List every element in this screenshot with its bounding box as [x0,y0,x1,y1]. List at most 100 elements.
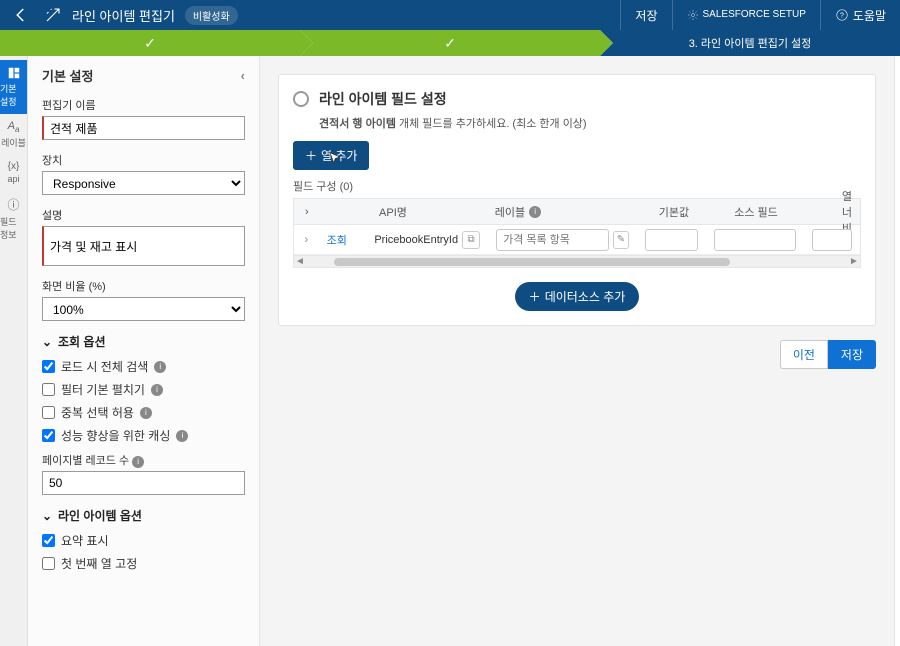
rail-item-basic[interactable]: 기본 설정 [0,60,27,114]
plus-icon: ＋ [529,288,541,305]
topbar-setup-button[interactable]: SALESFORCE SETUP [672,0,820,30]
row-expand-toggle[interactable]: › [294,234,319,246]
scroll-thumb[interactable] [334,258,730,266]
row-source-input[interactable] [714,229,796,251]
rail-label: api [7,174,19,184]
grid-scrollbar[interactable]: ◄ ► [294,255,860,267]
info-icon[interactable]: i [529,206,541,218]
chk-label: 첫 번째 열 고정 [61,555,137,572]
rail-label: 필드 정보 [0,215,27,241]
check-icon: ✓ [144,35,156,52]
scroll-left-icon[interactable]: ◄ [294,256,306,267]
progress-step-3[interactable]: 3. 라인 아이템 편집기 설정 [600,30,900,56]
chk-freeze-first[interactable] [42,557,55,570]
gear-icon [687,9,699,21]
edit-label-icon[interactable]: ✎ [613,231,628,249]
top-bar: 라인 아이템 편집기 비활성화 저장 SALESFORCE SETUP ? 도움… [0,0,900,30]
progress-step-2[interactable]: ✓ [300,30,600,56]
rail-label: 레이블 [1,136,26,149]
chk-summary[interactable] [42,534,55,547]
chevron-right-icon: › [304,234,308,246]
query-section-label: 조회 옵션 [58,333,106,350]
card-title: 라인 아이템 필드 설정 [319,89,447,109]
line-section-label: 라인 아이템 옵션 [58,507,142,524]
device-label: 장치 [42,152,245,168]
chevron-down-icon: ⌄ [42,335,52,349]
chk-label: 요약 표시 [61,532,109,549]
card-subtitle: 견적서 행 아이템 개체 필드를 추가하세요. (최소 한개 이상) [319,115,861,131]
desc-input[interactable] [42,226,245,266]
col-source: 소스 필드 [726,204,834,220]
info-icon[interactable]: i [151,384,163,396]
info-icon[interactable]: i [154,361,166,373]
topbar-help-button[interactable]: ? 도움말 [820,0,900,30]
chk-multi-select[interactable] [42,406,55,419]
copy-api-icon[interactable]: ⧉ [462,231,480,249]
check-icon: ✓ [444,35,456,52]
grid-header: › API명 레이블 i 기본값 소스 필드 열 너비 [294,199,860,225]
chk-label: 성능 향상을 위한 캐싱 [61,427,170,444]
row-lookup-link[interactable]: 조회 [327,232,347,248]
row-api-name: PricebookEntryId [374,234,458,246]
info-icon[interactable]: i [176,430,188,442]
col-default: 기본값 [651,204,727,220]
line-section-toggle[interactable]: ⌄ 라인 아이템 옵션 [42,507,245,524]
chk-label: 필터 기본 펼치기 [61,381,145,398]
field-config-card: 라인 아이템 필드 설정 견적서 행 아이템 개체 필드를 추가하세요. (최소… [278,74,876,326]
help-icon: ? [835,8,849,22]
chevron-right-icon: › [305,206,309,218]
grid-count-label: 필드 구성 (0) [293,178,861,194]
label-icon: Aa [8,120,20,134]
records-label: 페이지별 레코드 수 i [42,452,245,468]
info-icon[interactable]: i [140,407,152,419]
rail-item-api[interactable]: {x} api [0,155,27,190]
code-icon: {x} [8,161,20,172]
col-label: 레이블 i [487,204,651,220]
sidebar-title: 기본 설정 [42,66,93,85]
device-select[interactable]: Responsive [42,171,245,195]
row-width-input[interactable] [812,229,852,251]
editor-name-input[interactable] [42,116,245,140]
chk-label: 중복 선택 허용 [61,404,134,421]
arrow-left-icon [12,6,30,24]
setup-label: SALESFORCE SETUP [703,10,806,20]
help-label: 도움말 [853,7,886,24]
chk-full-search[interactable] [42,360,55,373]
editor-name-label: 편집기 이름 [42,97,245,113]
save-button[interactable]: 저장 [828,340,876,369]
row-default-input[interactable] [645,229,698,251]
ratio-select[interactable]: 100% [42,297,245,321]
info-icon: ⓘ [7,196,19,213]
prev-button[interactable]: 이전 [780,340,828,369]
collapse-icon[interactable]: ‹ [241,68,245,83]
back-button[interactable] [8,2,34,28]
page-title: 라인 아이템 편집기 [72,6,175,25]
grid-row: › 조회 PricebookEntryId ⧉ ✎ [294,225,860,255]
query-section-toggle[interactable]: ⌄ 조회 옵션 [42,333,245,350]
chevron-down-icon: ⌄ [42,509,52,523]
chk-filter-expand[interactable] [42,383,55,396]
status-pill: 비활성화 [185,6,238,25]
wand-icon [44,6,62,24]
add-datasource-button[interactable]: ＋ 데이터소스 추가 [515,282,640,311]
card-radio[interactable] [293,91,309,107]
rail-item-label[interactable]: Aa 레이블 [0,114,27,155]
expand-all-toggle[interactable]: › [294,206,320,218]
left-rail: 기본 설정 Aa 레이블 {x} api ⓘ 필드 정보 [0,56,28,646]
scroll-right-icon[interactable]: ► [848,256,860,267]
progress-step-1[interactable]: ✓ [0,30,300,56]
ratio-label: 화면 비율 (%) [42,278,245,294]
info-icon[interactable]: i [132,456,144,468]
svg-text:?: ? [840,12,844,19]
chk-caching[interactable] [42,429,55,442]
right-panel-handle[interactable] [894,56,900,646]
records-input[interactable] [42,471,245,495]
topbar-save-button[interactable]: 저장 [620,0,671,30]
cursor-icon [327,151,345,169]
rail-item-fieldinfo[interactable]: ⓘ 필드 정보 [0,190,27,247]
field-grid: › API명 레이블 i 기본값 소스 필드 열 너비 › 조회 Pricebo… [293,198,861,268]
row-label-input[interactable] [496,229,609,251]
chk-label: 로드 시 전체 검색 [61,358,148,375]
desc-label: 설명 [42,207,245,223]
progress-step-3-label: 3. 라인 아이템 편집기 설정 [689,35,812,51]
